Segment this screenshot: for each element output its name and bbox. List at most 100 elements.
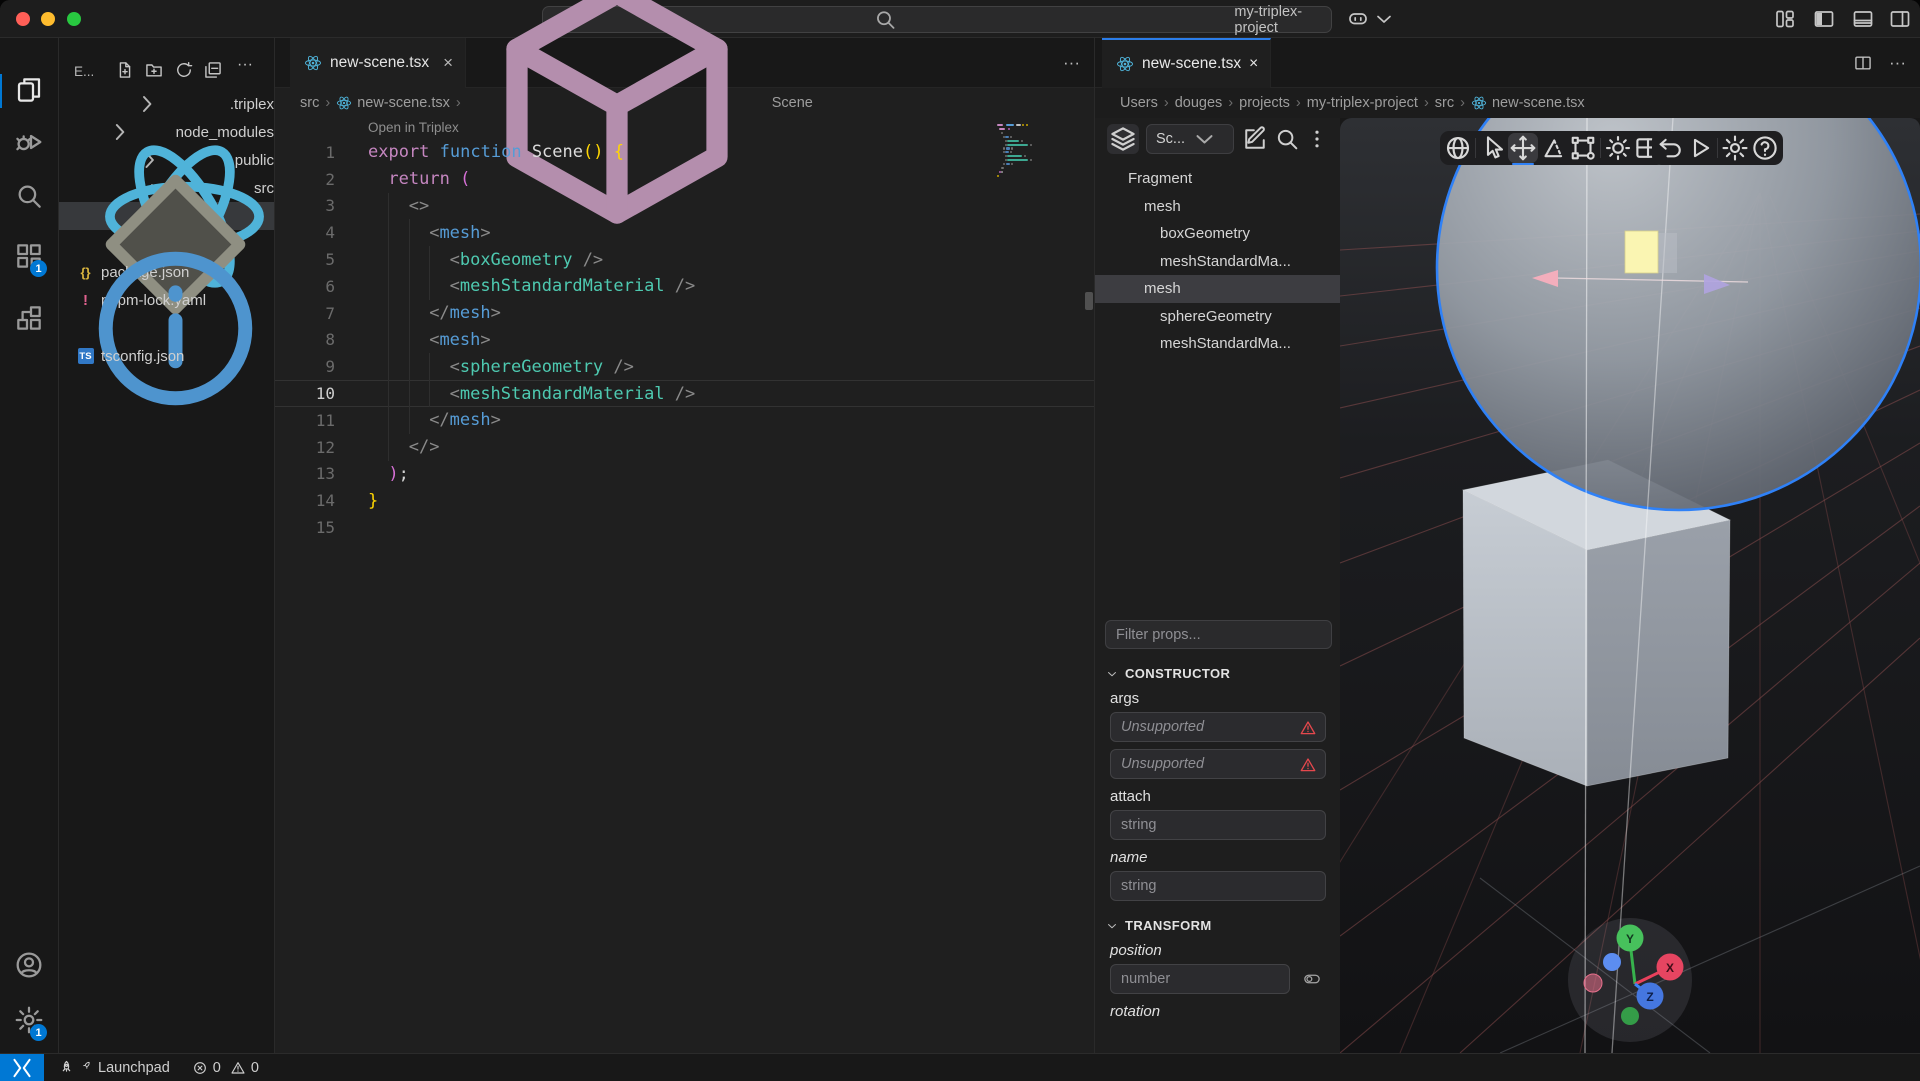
scene-tree-item-boxGeometry[interactable]: boxGeometry: [1095, 220, 1340, 248]
breadcrumb[interactable]: src›new-scene.tsx›Scene: [275, 88, 1094, 118]
scene-viewport[interactable]: Y X Z: [1340, 118, 1920, 1053]
code-line-1[interactable]: 1export function Scene() {: [275, 139, 1094, 166]
code-line-2[interactable]: 2return (: [275, 166, 1094, 193]
code-lines: 1export function Scene() {2return (3<>4<…: [275, 139, 1094, 541]
scene-tree-item-Fragment[interactable]: Fragment: [1095, 165, 1340, 193]
code-lens-open-in-triplex[interactable]: Open in Triplex: [368, 120, 459, 135]
remote-explorer-icon[interactable]: [13, 302, 45, 334]
prop-input-position[interactable]: [1110, 964, 1290, 994]
scene-kebab-menu-icon[interactable]: [1305, 124, 1329, 154]
breadcrumb[interactable]: Users›douges›projects›my-triplex-project…: [1095, 88, 1920, 118]
file-tree-item-README.md[interactable]: README.md: [59, 314, 274, 342]
breadcrumb-item[interactable]: new-scene.tsx: [1471, 95, 1585, 111]
translate-tool-icon[interactable]: [1508, 133, 1538, 163]
remote-indicator[interactable]: [0, 1054, 44, 1081]
scene-tree-item-meshStandardMa[interactable]: meshStandardMa...: [1095, 330, 1340, 358]
breadcrumb-item[interactable]: Users: [1120, 95, 1158, 111]
prop-input-args[interactable]: [1110, 712, 1326, 742]
breadcrumb-item[interactable]: src: [1435, 95, 1454, 111]
section-header-transform[interactable]: TRANSFORM: [1105, 918, 1340, 933]
copilot-chevron-icon[interactable]: [1372, 7, 1396, 31]
toggle-secondary-sidebar-icon[interactable]: [1888, 7, 1912, 31]
scene-tree-item-mesh[interactable]: mesh: [1095, 275, 1340, 303]
play-icon[interactable]: [1685, 133, 1715, 163]
open-in-editor-icon[interactable]: [1241, 124, 1269, 154]
close-tab-icon[interactable]: ×: [443, 53, 453, 73]
viewport-settings-icon[interactable]: [1720, 133, 1750, 163]
triplex-more-actions-icon[interactable]: ···: [1889, 53, 1906, 73]
toggle-primary-sidebar-icon[interactable]: [1812, 7, 1836, 31]
tab-new-scene[interactable]: new-scene.tsx ×: [290, 38, 466, 88]
close-tab-icon[interactable]: ×: [1249, 55, 1258, 73]
split-editor-icon[interactable]: [1853, 53, 1873, 73]
collapse-folders-icon[interactable]: [203, 60, 223, 80]
scene-tree-item-sphereGeometry[interactable]: sphereGeometry: [1095, 303, 1340, 331]
prop-input-attach[interactable]: [1110, 810, 1326, 840]
code-line-6[interactable]: 6<meshStandardMaterial />: [275, 273, 1094, 300]
scene-tree-item-mesh[interactable]: mesh: [1095, 193, 1340, 221]
new-folder-icon[interactable]: [144, 60, 164, 80]
code-line-5[interactable]: 5<boxGeometry />: [275, 246, 1094, 273]
code-line-14[interactable]: 14}: [275, 487, 1094, 514]
section-header-constructor[interactable]: CONSTRUCTOR: [1105, 666, 1340, 681]
run-debug-icon[interactable]: [13, 126, 45, 158]
toggle-panel-icon[interactable]: [1851, 7, 1875, 31]
minimize-window-button[interactable]: [41, 12, 55, 26]
axis-neg-y-dot[interactable]: [1621, 1007, 1639, 1025]
axis-neg-x-dot[interactable]: [1584, 974, 1602, 992]
breadcrumb-item[interactable]: src: [300, 95, 319, 111]
customize-layout-icon[interactable]: [1773, 7, 1797, 31]
expand-vector-toggle-icon[interactable]: [1300, 970, 1324, 988]
title-bar: my-triplex-project: [0, 0, 1920, 38]
code-line-8[interactable]: 8<mesh>: [275, 327, 1094, 354]
editor-more-actions-icon[interactable]: ···: [1063, 53, 1080, 73]
prop-input-name[interactable]: [1110, 871, 1326, 901]
code-line-13[interactable]: 13);: [275, 461, 1094, 488]
breadcrumb-item[interactable]: new-scene.tsx: [336, 95, 450, 111]
file-tree-item-.triplex[interactable]: .triplex: [59, 90, 274, 118]
scene-tree-item-meshStandardMa[interactable]: meshStandardMa...: [1095, 248, 1340, 276]
code-line-7[interactable]: 7</mesh>: [275, 300, 1094, 327]
scale-tool-icon[interactable]: [1568, 133, 1598, 163]
scene-canvas[interactable]: Y X Z: [1340, 118, 1920, 1053]
close-window-button[interactable]: [16, 12, 30, 26]
code-line-11[interactable]: 11</mesh>: [275, 407, 1094, 434]
breadcrumb-item[interactable]: projects: [1239, 95, 1290, 111]
select-tool-icon[interactable]: [1478, 133, 1508, 163]
code-line-15[interactable]: 15: [275, 514, 1094, 541]
breadcrumb-item[interactable]: my-triplex-project: [1307, 95, 1418, 111]
filter-props-input[interactable]: [1105, 620, 1332, 649]
code-line-4[interactable]: 4<mesh>: [275, 219, 1094, 246]
gizmo-plane-handle[interactable]: [1625, 231, 1658, 273]
problems-item[interactable]: 0 0: [192, 1060, 259, 1076]
prop-input-args[interactable]: [1110, 749, 1326, 779]
new-file-icon[interactable]: [115, 60, 135, 80]
breadcrumb-item[interactable]: douges: [1175, 95, 1223, 111]
rotate-tool-icon[interactable]: [1538, 133, 1568, 163]
code-line-12[interactable]: 12</>: [275, 434, 1094, 461]
code-editor[interactable]: Open in Triplex 1export function Scene()…: [275, 118, 1094, 1052]
editor-scrollbar[interactable]: [1085, 292, 1093, 310]
code-line-3[interactable]: 3<>: [275, 193, 1094, 220]
lighting-toggle-icon[interactable]: [1603, 133, 1633, 163]
file-tree-item-tsconfig.json[interactable]: TStsconfig.json: [59, 342, 274, 370]
world-space-toggle-icon[interactable]: [1443, 133, 1473, 163]
scene-select-dropdown[interactable]: Sc...: [1146, 124, 1234, 154]
axis-neg-z-dot[interactable]: [1603, 953, 1621, 971]
scene-layers-button[interactable]: [1107, 124, 1139, 154]
code-line-9[interactable]: 9<sphereGeometry />: [275, 353, 1094, 380]
explorer-icon[interactable]: [13, 74, 45, 106]
account-icon[interactable]: [13, 949, 45, 981]
zoom-window-button[interactable]: [67, 12, 81, 26]
refresh-explorer-icon[interactable]: [174, 60, 194, 80]
copilot-icon[interactable]: [1346, 7, 1370, 31]
search-view-icon[interactable]: [13, 180, 45, 212]
explorer-more-actions-icon[interactable]: ···: [237, 56, 257, 76]
launchpad-item[interactable]: Launchpad: [58, 1059, 170, 1076]
help-icon[interactable]: [1750, 133, 1780, 163]
undo-icon[interactable]: [1655, 133, 1685, 163]
code-line-10[interactable]: 10<meshStandardMaterial />: [275, 380, 1094, 407]
scene-search-icon[interactable]: [1273, 124, 1301, 154]
orientation-gizmo[interactable]: Y X Z: [1568, 918, 1692, 1042]
tab-triplex-new-scene[interactable]: new-scene.tsx ×: [1102, 38, 1271, 88]
